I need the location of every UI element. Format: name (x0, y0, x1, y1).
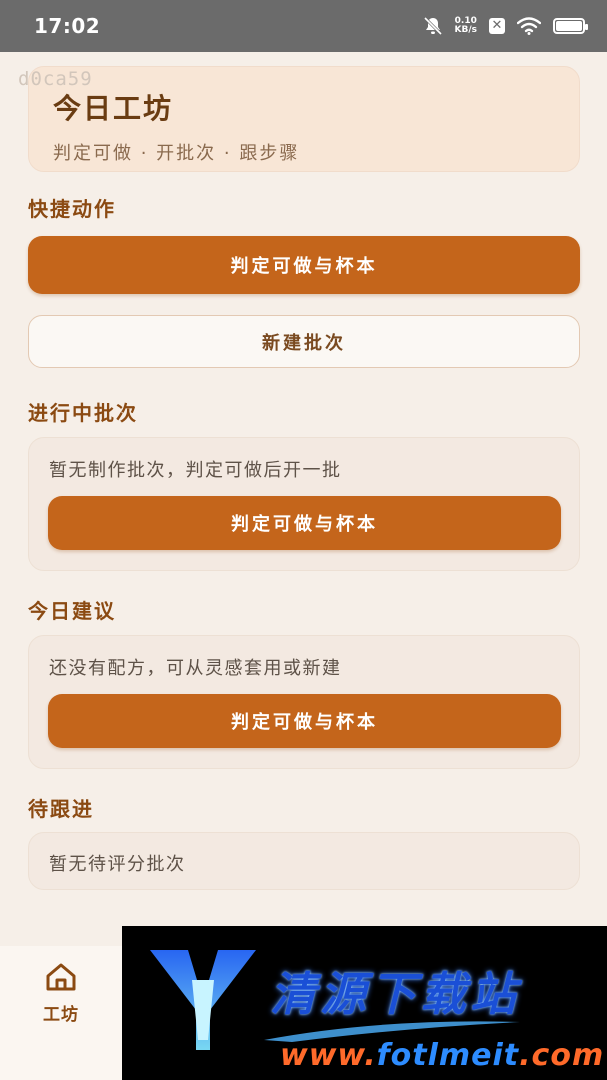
mute-bell-icon (423, 16, 443, 36)
ad-logo-icon (148, 940, 258, 1064)
home-icon (44, 962, 78, 996)
watermark-id: d0ca59 (18, 68, 93, 90)
suggestions-empty-text: 还没有配方，可从灵感套用或新建 (49, 658, 342, 679)
x-box-icon: ✕ (489, 18, 505, 34)
wifi-icon (517, 17, 541, 35)
section-title-suggestions: 今日建议 (28, 599, 116, 623)
suggestions-judge-button[interactable]: 判定可做与杯本 (48, 694, 561, 748)
battery-icon (553, 18, 588, 34)
status-bar: 17:02 0.10 KB/s ✕ (0, 0, 607, 52)
in-progress-empty-text: 暂无制作批次，判定可做后开一批 (49, 460, 342, 481)
ad-url-suffix: .com (519, 1038, 605, 1073)
header-card: 今日工坊 判定可做 · 开批次 · 跟步骤 (28, 66, 580, 172)
in-progress-card: 暂无制作批次，判定可做后开一批 判定可做与杯本 (28, 437, 580, 571)
battery-fill (556, 21, 582, 31)
section-title-quick-actions: 快捷动作 (28, 197, 116, 221)
new-batch-button[interactable]: 新建批次 (28, 315, 580, 368)
section-title-follow-up: 待跟进 (28, 797, 94, 821)
ad-url-prefix: www. (280, 1038, 377, 1073)
section-title-in-progress: 进行中批次 (28, 401, 138, 425)
nav-label-workshop: 工坊 (43, 1005, 79, 1025)
in-progress-judge-button[interactable]: 判定可做与杯本 (48, 496, 561, 550)
ad-url: www.fotlmeit.com (280, 1038, 604, 1073)
page-title: 今日工坊 (53, 92, 174, 125)
ad-url-domain: fotlmeit (376, 1038, 520, 1073)
nav-item-workshop[interactable]: 工坊 (43, 962, 79, 1025)
ad-overlay: 清源下载站 www.fotlmeit.com (122, 926, 607, 1080)
page-subtitle: 判定可做 · 开批次 · 跟步骤 (53, 143, 300, 164)
follow-up-empty-text: 暂无待评分批次 (49, 854, 186, 875)
judge-cup-button[interactable]: 判定可做与杯本 (28, 236, 580, 294)
suggestions-card: 还没有配方，可从灵感套用或新建 判定可做与杯本 (28, 635, 580, 769)
net-speed-unit: KB/s (454, 25, 477, 35)
follow-up-card: 暂无待评分批次 (28, 832, 580, 890)
status-time: 17:02 (34, 14, 101, 38)
net-speed: 0.10 KB/s (455, 17, 477, 35)
status-icons: 0.10 KB/s ✕ (423, 16, 588, 36)
bottom-nav: 工坊 (0, 946, 122, 1080)
